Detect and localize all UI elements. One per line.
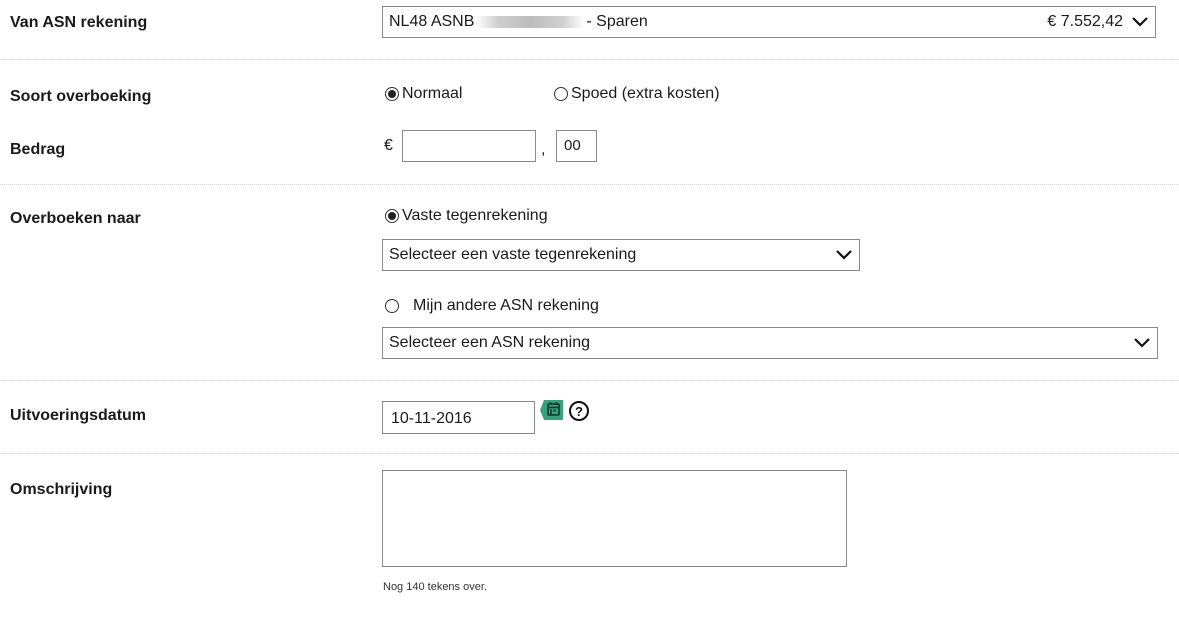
transfer-to-label: Overboeken naar — [10, 210, 141, 227]
radio-normaal-indicator[interactable] — [385, 87, 399, 101]
execution-date-input[interactable]: 10-11-2016 — [382, 401, 535, 434]
help-icon[interactable]: ? — [569, 401, 589, 421]
divider — [0, 453, 1179, 454]
from-account-balance: € 7.552,42 — [1047, 13, 1123, 30]
fixed-account-select-value: Selecteer een vaste tegenrekening — [389, 246, 637, 263]
radio-vaste-tegenrekening[interactable]: Vaste tegenrekening — [385, 207, 548, 225]
radio-andere-indicator[interactable] — [385, 299, 399, 313]
transfer-type-label: Soort overboeking — [10, 88, 152, 105]
calendar-icon — [540, 400, 563, 420]
remaining-characters: Nog 140 tekens over. — [383, 581, 487, 593]
radio-andere-label: Mijn andere ASN rekening — [413, 297, 599, 314]
from-account-iban: NL48 ASNB — [389, 13, 475, 30]
description-label: Omschrijving — [10, 481, 113, 498]
chevron-down-icon — [1129, 11, 1151, 33]
radio-vaste-label: Vaste tegenrekening — [402, 207, 548, 224]
currency-symbol: € — [384, 137, 393, 154]
radio-vaste-indicator[interactable] — [385, 209, 399, 223]
radio-spoed-indicator[interactable] — [554, 87, 568, 101]
from-account-type: - Sparen — [586, 13, 648, 30]
amount-euros-input[interactable] — [402, 130, 536, 162]
radio-normaal[interactable]: Normaal — [385, 85, 462, 103]
radio-normaal-label: Normaal — [402, 85, 463, 102]
radio-spoed-label: Spoed (extra kosten) — [571, 85, 720, 102]
own-account-select[interactable]: Selecteer een ASN rekening — [382, 327, 1158, 359]
radio-andere-asn-rekening[interactable]: Mijn andere ASN rekening — [385, 297, 599, 315]
radio-spoed[interactable]: Spoed (extra kosten) — [554, 85, 720, 103]
divider — [0, 380, 1179, 381]
own-account-select-value: Selecteer een ASN rekening — [389, 334, 591, 351]
amount-label: Bedrag — [10, 141, 66, 158]
from-account-select[interactable]: NL48 ASNB - Sparen € 7.552,42 — [382, 6, 1156, 38]
redacted-blur — [476, 15, 585, 28]
fixed-account-select[interactable]: Selecteer een vaste tegenrekening — [382, 239, 860, 271]
divider — [0, 184, 1179, 185]
amount-separator: , — [541, 141, 546, 158]
help-icon-glyph: ? — [575, 403, 583, 419]
execution-date-label: Uitvoeringsdatum — [10, 407, 147, 424]
amount-cents-input[interactable]: 00 — [556, 130, 597, 162]
chevron-down-icon — [833, 244, 855, 266]
from-account-label: Van ASN rekening — [10, 14, 148, 31]
description-textarea[interactable] — [382, 470, 847, 567]
divider — [0, 59, 1179, 60]
chevron-down-icon — [1131, 332, 1153, 354]
calendar-button[interactable] — [539, 398, 565, 422]
